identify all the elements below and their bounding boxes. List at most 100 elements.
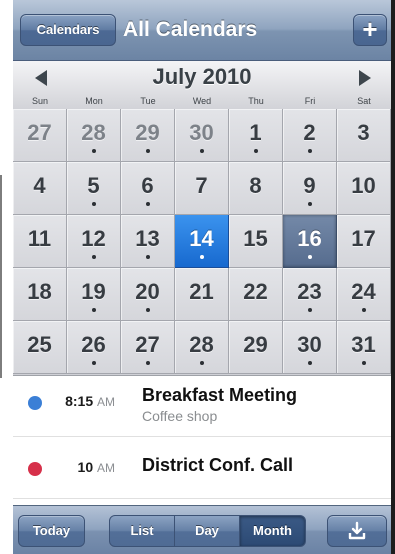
day-number: 14 [189,226,214,251]
event-indicator-dot [200,255,204,259]
day-cell[interactable]: 4 [13,162,67,215]
day-cell[interactable]: 30 [283,321,337,374]
view-month-button[interactable]: Month [239,515,306,547]
weekday-label: Tue [140,96,156,106]
day-number: 15 [243,226,268,251]
day-cell[interactable]: 8 [229,162,283,215]
day-cell[interactable]: 23 [283,268,337,321]
day-cell[interactable]: 29 [229,321,283,374]
day-number: 2 [303,120,316,145]
day-cell[interactable]: 24 [337,268,391,321]
day-number: 31 [351,332,376,357]
day-number: 11 [27,226,52,251]
event-indicator-dot [146,149,150,153]
day-cell[interactable]: 1 [229,109,283,162]
event-indicator-dot [146,202,150,206]
event-indicator-dot [200,361,204,365]
day-cell[interactable]: 28 [175,321,229,374]
day-cell[interactable]: 30 [175,109,229,162]
day-number: 8 [249,173,262,198]
event-time: 8:15 AM [65,393,115,409]
day-cell[interactable]: 7 [175,162,229,215]
day-cell[interactable]: 26 [67,321,121,374]
day-cell[interactable]: 21 [175,268,229,321]
view-switcher: List Day Month [109,515,306,547]
event-indicator-dot [146,255,150,259]
event-ampm: AM [97,461,115,475]
day-number: 30 [297,332,322,357]
view-day-button[interactable]: Day [174,515,240,547]
day-number: 25 [27,332,52,357]
day-number: 9 [303,173,316,198]
day-number: 30 [189,120,214,145]
day-cell[interactable]: 27 [13,109,67,162]
day-number: 27 [27,120,52,145]
event-indicator-dot [92,361,96,365]
day-cell[interactable]: 10 [337,162,391,215]
event-title: District Conf. Call [142,455,294,475]
calendar-color-dot [28,462,42,476]
day-cell[interactable]: 25 [13,321,67,374]
page-title: All Calendars [123,18,258,41]
event-indicator-dot [92,149,96,153]
day-cell[interactable]: 6 [121,162,175,215]
weekday-label: Wed [192,96,212,106]
today-button[interactable]: Today [18,515,85,547]
day-number: 5 [87,173,100,198]
day-cell[interactable]: 20 [121,268,175,321]
day-number: 24 [351,279,376,304]
event-row[interactable]: 8:15 AM Breakfast Meeting Coffee shop [13,376,391,437]
add-event-button[interactable]: + [353,14,387,46]
next-month-icon[interactable] [359,70,371,86]
day-number: 3 [357,120,370,145]
day-cell[interactable]: 22 [229,268,283,321]
day-number: 23 [297,279,322,304]
view-list-button[interactable]: List [109,515,175,547]
day-cell[interactable]: 13 [121,215,175,268]
weekday-label: Sun [31,96,48,106]
calendar-color-dot [28,396,42,410]
event-indicator-dot [146,361,150,365]
day-number: 28 [189,332,214,357]
event-indicator-dot [254,149,258,153]
calendars-button[interactable]: Calendars [20,14,116,46]
day-cell[interactable]: 18 [13,268,67,321]
right-edge-bar [391,0,395,554]
export-button[interactable] [327,515,387,547]
weekday-label: Fri [304,96,316,106]
day-cell[interactable]: 5 [67,162,121,215]
event-ampm: AM [97,395,115,409]
event-indicator-dot [92,255,96,259]
day-cell[interactable]: 15 [229,215,283,268]
event-location: Coffee shop [142,408,218,424]
day-cell[interactable]: 2 [283,109,337,162]
day-cell[interactable]: 27 [121,321,175,374]
day-number: 18 [27,279,52,304]
day-cell[interactable]: 12 [67,215,121,268]
day-cell[interactable]: 29 [121,109,175,162]
day-cell[interactable]: 9 [283,162,337,215]
event-row[interactable]: 10 AM District Conf. Call [13,438,391,499]
navigation-bar: Calendars All Calendars + [13,0,391,61]
event-list: 8:15 AM Breakfast Meeting Coffee shop 10 AM… [13,375,391,506]
day-cell[interactable]: 19 [67,268,121,321]
day-cell-selected[interactable]: 14 [175,215,229,268]
month-grid: 27 28 29 30 1 2 3 4 5 6 7 8 9 10 11 12 13 14 15 16 17 18 19 20 2… [13,109,391,375]
tray-download-icon [348,521,366,540]
event-indicator-dot [308,308,312,312]
left-edge-line [0,175,2,378]
event-title: Breakfast Meeting [142,385,298,405]
day-cell[interactable]: 11 [13,215,67,268]
day-cell[interactable]: 31 [337,321,391,374]
weekday-row: Sun Mon Tue Wed Thu Fri Sat [13,96,391,109]
day-cell-today[interactable]: 16 [283,215,337,268]
event-indicator-dot [308,202,312,206]
day-number: 29 [135,120,160,145]
day-number: 20 [135,279,160,304]
event-indicator-dot [146,308,150,312]
day-cell[interactable]: 3 [337,109,391,162]
day-cell[interactable]: 17 [337,215,391,268]
day-number: 10 [351,173,376,198]
bottom-toolbar: Today List Day Month [13,505,391,554]
day-cell[interactable]: 28 [67,109,121,162]
